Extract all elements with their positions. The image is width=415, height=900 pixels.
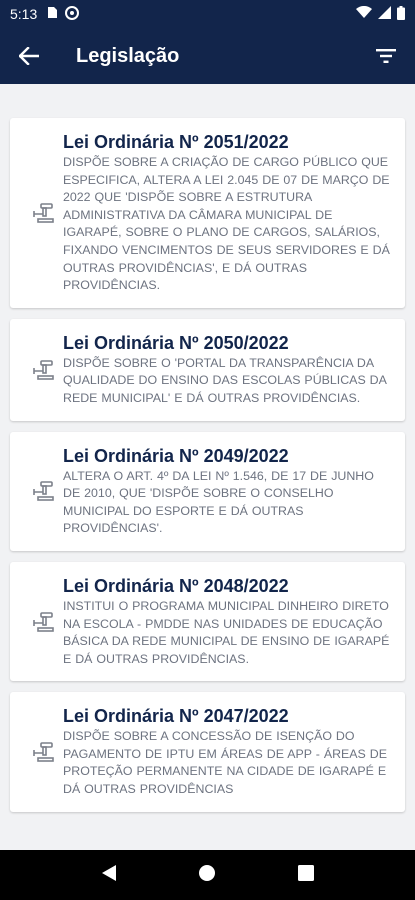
gavel-icon (33, 611, 54, 632)
law-card[interactable]: Lei Ordinária Nº 2048/2022 INSTITUI O PR… (10, 561, 405, 682)
circle-home-icon (199, 864, 216, 881)
law-title: Lei Ordinária Nº 2050/2022 (63, 332, 289, 353)
filter-button[interactable] (357, 28, 415, 84)
system-navigation-bar (0, 850, 415, 900)
law-card[interactable]: Lei Ordinária Nº 2050/2022 DISPÕE SOBRE … (10, 318, 405, 421)
wifi-icon (356, 5, 372, 22)
status-bar: 5:13 (0, 0, 415, 28)
nav-recents-button[interactable] (298, 864, 315, 886)
app-bar: Legislação (0, 28, 415, 84)
filter-icon (376, 49, 396, 63)
law-description: ALTERA O ART. 4º DA LEI Nº 1.546, DE 17 … (63, 468, 374, 536)
back-button[interactable] (0, 28, 58, 84)
gavel-icon (33, 203, 54, 223)
law-title: Lei Ordinária Nº 2047/2022 (63, 706, 289, 727)
triangle-back-icon (101, 864, 116, 881)
gavel-icon (33, 481, 54, 502)
arrow-left-icon (19, 47, 39, 65)
law-card[interactable]: Lei Ordinária Nº 2047/2022 DISPÕE SOBRE … (10, 692, 405, 812)
law-title: Lei Ordinária Nº 2049/2022 (63, 445, 289, 466)
sim-card-icon (47, 6, 58, 22)
signal-icon (378, 6, 391, 22)
law-description: DISPÕE SOBRE A CONCESSÃO DE ISENÇÃO DO P… (63, 729, 387, 797)
law-description: INSTITUI O PROGRAMA MUNICIPAL DINHEIRO D… (63, 598, 390, 666)
app-notification-icon (65, 5, 80, 23)
gavel-icon (33, 359, 54, 380)
law-title: Lei Ordinária Nº 2051/2022 (63, 132, 289, 152)
square-recents-icon (298, 864, 315, 881)
law-description: DISPÕE SOBRE O 'PORTAL DA TRANSPARÊNCIA … (63, 355, 387, 405)
law-description: DISPÕE SOBRE A CRIAÇÃO DE CARGO PÚBLICO … (63, 155, 390, 293)
status-time: 5:13 (10, 6, 38, 22)
gavel-icon (33, 742, 54, 762)
nav-back-button[interactable] (101, 864, 117, 887)
law-card[interactable]: Lei Ordinária Nº 2051/2022 DISPÕE SOBRE … (10, 118, 405, 308)
page-title: Legislação (76, 44, 180, 67)
law-list[interactable]: Lei Ordinária Nº 2051/2022 DISPÕE SOBRE … (0, 84, 415, 850)
battery-icon (397, 5, 405, 23)
nav-home-button[interactable] (198, 864, 216, 887)
law-title: Lei Ordinária Nº 2048/2022 (63, 575, 289, 596)
law-card[interactable]: Lei Ordinária Nº 2049/2022 ALTERA O ART.… (10, 431, 405, 551)
